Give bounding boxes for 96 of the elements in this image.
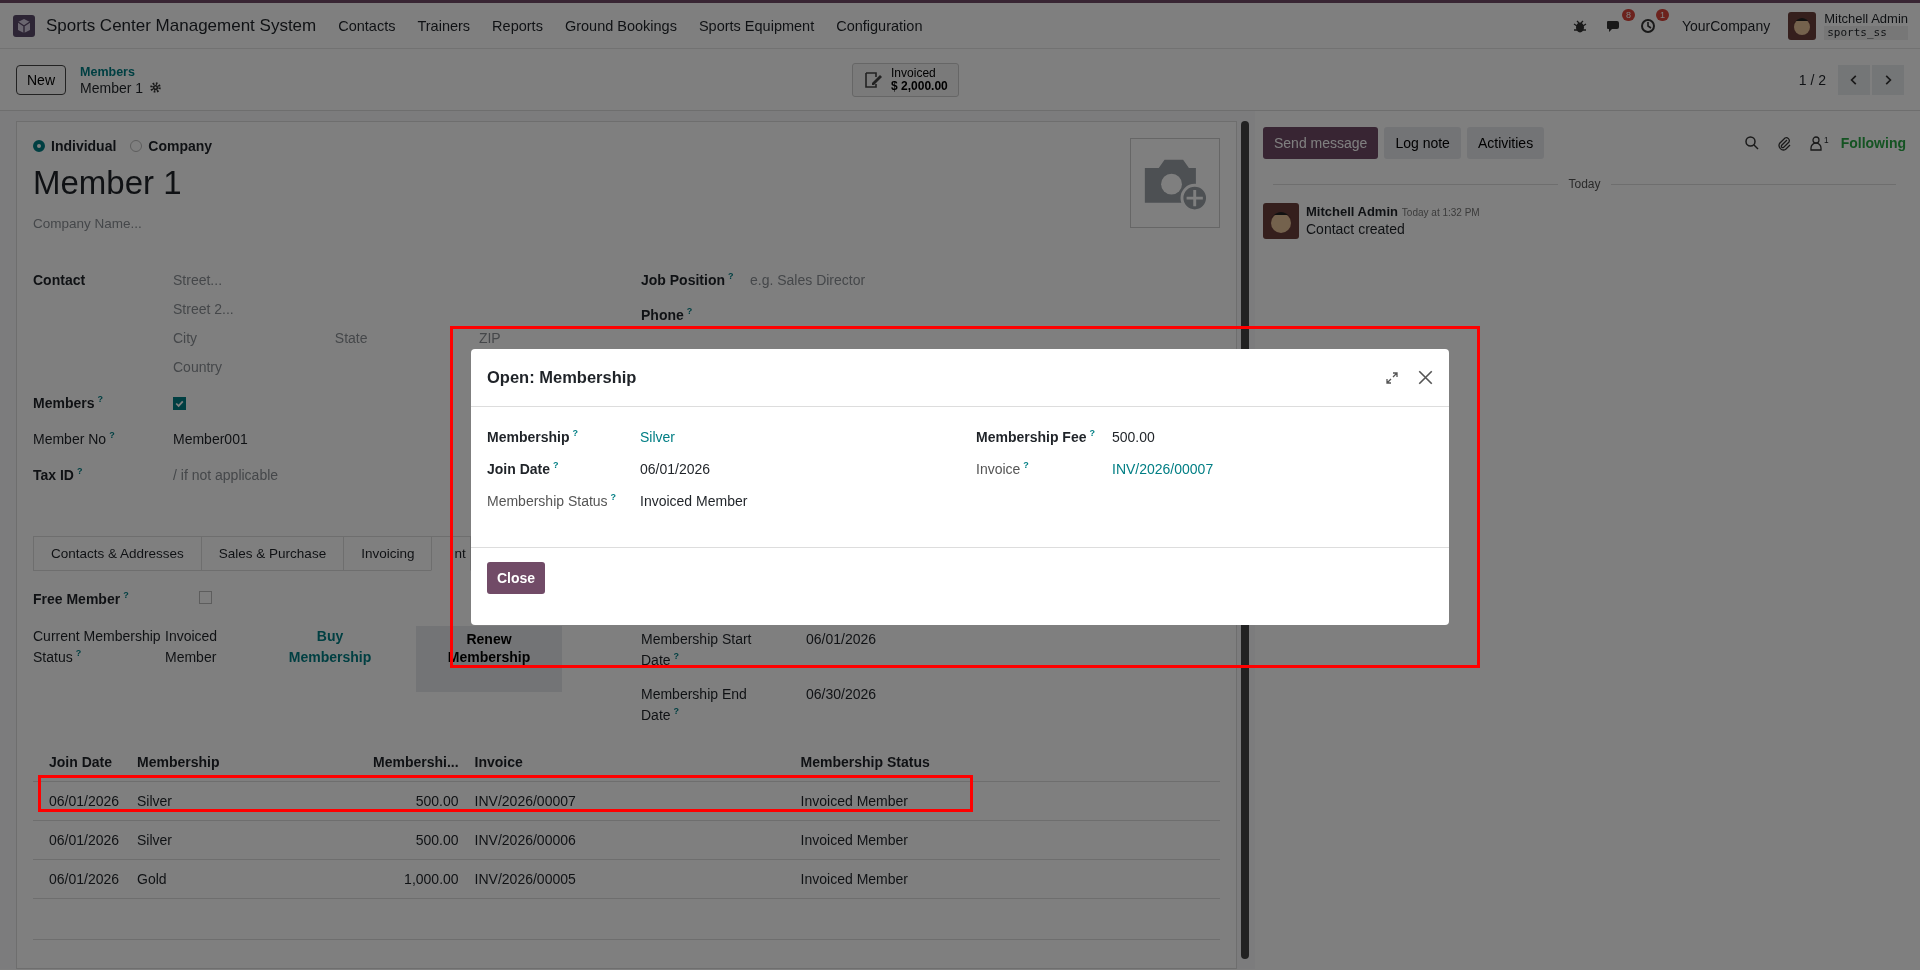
- company-name-field[interactable]: Company Name...: [33, 216, 213, 232]
- radio-label[interactable]: Company: [148, 138, 213, 154]
- field-link[interactable]: INV/2026/00007: [1112, 461, 1214, 493]
- close-icon[interactable]: [1418, 370, 1433, 385]
- menu-item[interactable]: Ground Bookings: [564, 17, 677, 34]
- table-cell: INV/2026/00006: [466, 820, 793, 860]
- message-author: Mitchell Admin: [1306, 204, 1398, 219]
- table-cell: Silver: [129, 820, 365, 860]
- dialog-title: Open: Membership: [487, 368, 638, 387]
- start-date-field[interactable]: 06/01/2026: [806, 629, 877, 650]
- user-name[interactable]: Mitchell Admin: [1824, 11, 1908, 26]
- chatter-button[interactable]: Send message: [1263, 127, 1379, 159]
- end-date-field[interactable]: 06/30/2026: [806, 684, 877, 705]
- company-switcher[interactable]: YourCompany: [1681, 17, 1771, 34]
- app-name[interactable]: Sports Center Management System: [46, 15, 317, 36]
- field-link[interactable]: Silver: [640, 429, 675, 461]
- pager-counter: 1 / 2: [1798, 71, 1826, 88]
- table-cell: 1,000.00: [365, 859, 467, 899]
- chatter-button[interactable]: Log note: [1384, 127, 1461, 159]
- table-cell: 06/01/2026: [33, 859, 129, 899]
- field-label: Contact: [33, 272, 87, 288]
- followers-button[interactable]: 1: [1808, 135, 1829, 151]
- user-avatar-icon: [1263, 203, 1299, 239]
- column-header[interactable]: Invoice: [466, 743, 793, 782]
- table-cell: 06/01/2026: [33, 781, 129, 821]
- table-cell: Silver: [129, 781, 365, 821]
- menu-item[interactable]: Sports Equipment: [698, 17, 815, 34]
- field-label: Tax ID $^{?}$: [33, 467, 84, 483]
- buy-membership-button[interactable]: Buy Membership: [260, 626, 400, 668]
- field-label: Member No $^{?}$: [33, 431, 116, 447]
- breadcrumb-link[interactable]: Members: [80, 63, 163, 80]
- menu-item[interactable]: Configuration: [836, 17, 923, 34]
- column-header[interactable]: Join Date: [33, 743, 129, 782]
- database-name: sports_ss: [1824, 25, 1908, 40]
- field-value: 06/01/2026: [640, 461, 711, 479]
- table-cell: INV/2026/00005: [466, 859, 793, 899]
- search-icon[interactable]: [1744, 135, 1761, 151]
- menu-item[interactable]: Trainers: [417, 17, 471, 34]
- field-label: Membership Start Date $^{?}$: [641, 630, 753, 670]
- user-avatar-icon[interactable]: [1788, 11, 1817, 40]
- field-label: Current Membership Status $^{?}$: [33, 627, 162, 667]
- cube-icon[interactable]: [12, 13, 36, 38]
- table-cell: 500.00: [365, 781, 467, 821]
- field-label: Free Member $^{?}$: [33, 589, 130, 609]
- tab[interactable]: Contacts & Addresses: [33, 536, 202, 570]
- radio-button[interactable]: [33, 140, 45, 152]
- activity-count: 1: [1655, 8, 1669, 21]
- table-cell: Invoiced Member: [792, 820, 1220, 860]
- free-member-checkbox[interactable]: [199, 591, 212, 604]
- radio-label[interactable]: Individual: [51, 138, 117, 154]
- table-cell: 500.00: [365, 820, 467, 860]
- record-name: Member 1: [80, 79, 144, 96]
- date-separator: Today: [1568, 177, 1601, 191]
- close-button[interactable]: Close: [487, 562, 546, 594]
- tab[interactable]: nt: [431, 536, 471, 571]
- member-no-field[interactable]: Member001: [173, 431, 248, 447]
- gear-icon[interactable]: [149, 81, 163, 94]
- field-label: Membership End Date $^{?}$: [641, 685, 748, 725]
- field-label: Phone $^{?}$: [641, 307, 694, 323]
- menu-item[interactable]: Reports: [492, 17, 543, 34]
- table-cell: Invoiced Member: [792, 781, 1220, 821]
- table-cell: Invoiced Member: [792, 859, 1220, 899]
- clock-icon[interactable]: [1639, 17, 1656, 34]
- column-header[interactable]: Membership Status: [792, 743, 1220, 782]
- table-cell: Gold: [129, 859, 365, 899]
- field-value: Invoiced Member: [640, 493, 748, 509]
- message-body: Contact created: [1306, 221, 1406, 237]
- new-button[interactable]: New: [16, 64, 66, 95]
- table-cell: INV/2026/00007: [466, 781, 793, 821]
- record-title[interactable]: Member 1: [33, 164, 213, 202]
- column-header[interactable]: Membership: [129, 743, 365, 782]
- field-label: Membership Status $^{?}$: [487, 493, 618, 509]
- menu-item[interactable]: Contacts: [338, 17, 396, 34]
- person-icon: [1808, 135, 1825, 151]
- tax-id-field[interactable]: / if not applicable: [173, 467, 279, 483]
- field-label: Members $^{?}$: [33, 395, 104, 411]
- table-cell: 06/01/2026: [33, 820, 129, 860]
- chatter-button[interactable]: Activities: [1466, 127, 1545, 159]
- expand-icon[interactable]: [1386, 371, 1398, 384]
- field-value: 500.00: [1112, 429, 1155, 447]
- field-label: Membership Fee $^{?}$: [976, 429, 1096, 447]
- field-label: Invoice $^{?}$: [976, 461, 1030, 479]
- job-position-field[interactable]: e.g. Sales Director: [750, 272, 866, 288]
- members-checkbox[interactable]: [173, 397, 186, 410]
- field-label: Join Date $^{?}$: [487, 461, 560, 479]
- field-label: Job Position $^{?}$: [641, 272, 735, 288]
- invoiced-stat-button[interactable]: Invoiced $ 2,000.00: [852, 62, 959, 97]
- membership-status-value: Invoiced Member: [165, 627, 219, 667]
- edit-document-icon: [863, 69, 884, 90]
- message-time: Today at 1:32 PM: [1401, 207, 1480, 218]
- street2-field[interactable]: Street 2...: [173, 301, 623, 317]
- paperclip-icon[interactable]: [1776, 135, 1793, 151]
- column-header[interactable]: Membershi...: [365, 743, 467, 782]
- street-field[interactable]: Street...: [173, 272, 623, 288]
- message-count: 8: [1621, 8, 1635, 21]
- field-label: Membership $^{?}$: [487, 429, 579, 447]
